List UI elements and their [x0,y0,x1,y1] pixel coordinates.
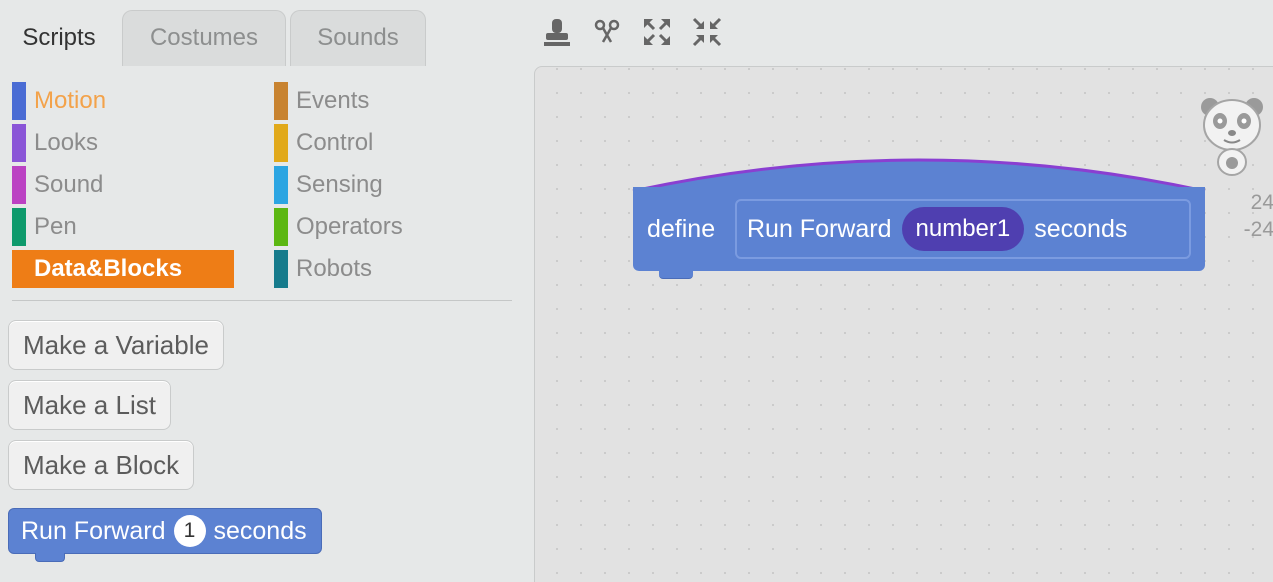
category-color-bar [12,208,26,246]
sprite-coordinates: 24 -24 [1244,189,1273,243]
shrink-icon[interactable] [690,15,724,49]
category-data-blocks[interactable]: Data&Blocks [12,250,234,288]
coord-x: 24 [1250,191,1273,214]
custom-block-prototype[interactable]: Run Forward number1 seconds [735,199,1191,259]
prototype-text: seconds [1034,214,1128,243]
cut-icon[interactable] [590,15,624,49]
category-events[interactable]: Events [274,82,504,120]
category-color-bar [274,124,288,162]
make-list-button[interactable]: Make a List [8,380,171,430]
category-label: Operators [296,213,403,240]
stamp-icon[interactable] [540,15,574,49]
argument-number1[interactable]: number1 [901,207,1025,251]
category-motion[interactable]: Motion [12,82,232,120]
category-color-bar [12,250,26,288]
category-label: Sound [34,171,104,198]
category-operators[interactable]: Operators [274,208,504,246]
script-area[interactable]: 24 -24 define Run Forward number1 second… [534,66,1273,582]
define-block[interactable]: define Run Forward number1 seconds [629,149,1209,289]
category-sensing[interactable]: Sensing [274,166,504,204]
tab-costumes[interactable]: Costumes [122,10,286,66]
category-looks[interactable]: Looks [12,124,232,162]
run-forward-palette-block[interactable]: Run Forward 1 seconds [8,508,322,562]
block-text: Run Forward [21,516,166,545]
tab-scripts[interactable]: Scripts [0,10,118,66]
panda-sprite-icon [1201,98,1263,176]
category-label: Motion [34,87,107,114]
category-color-bar [274,208,288,246]
block-text: seconds [213,516,307,545]
coord-y: -24 [1243,218,1273,241]
grow-icon[interactable] [640,15,674,49]
category-color-bar [12,166,26,204]
category-label: Pen [34,213,77,240]
block-number-input[interactable]: 1 [173,515,206,547]
category-robots[interactable]: Robots [274,250,504,288]
category-label: Robots [296,255,373,282]
category-label: Sensing [296,171,383,198]
category-color-bar [274,82,288,120]
category-control[interactable]: Control [274,124,504,162]
category-sound[interactable]: Sound [12,166,232,204]
category-label: Control [296,129,374,156]
category-label: Looks [34,129,99,156]
define-label: define [647,215,716,243]
category-color-bar [12,124,26,162]
make-block-button[interactable]: Make a Block [8,440,195,490]
category-label: Data&Blocks [34,255,183,282]
category-label: Events [296,87,370,114]
category-color-bar [274,250,288,288]
define-notch [659,269,693,279]
prototype-text: Run Forward [747,214,892,243]
sprite-toolbar [540,14,724,50]
block-notch [35,553,65,562]
category-pen[interactable]: Pen [12,208,232,246]
make-variable-button[interactable]: Make a Variable [8,320,224,370]
category-color-bar [274,166,288,204]
palette-divider [12,300,512,301]
category-color-bar [12,82,26,120]
tab-sounds[interactable]: Sounds [290,10,426,66]
category-list: Motion Looks Sound Pen Data&Blocks Event… [12,82,512,288]
scratch-editor: Scripts Costumes Sounds Motion Looks Sou [0,0,1273,582]
